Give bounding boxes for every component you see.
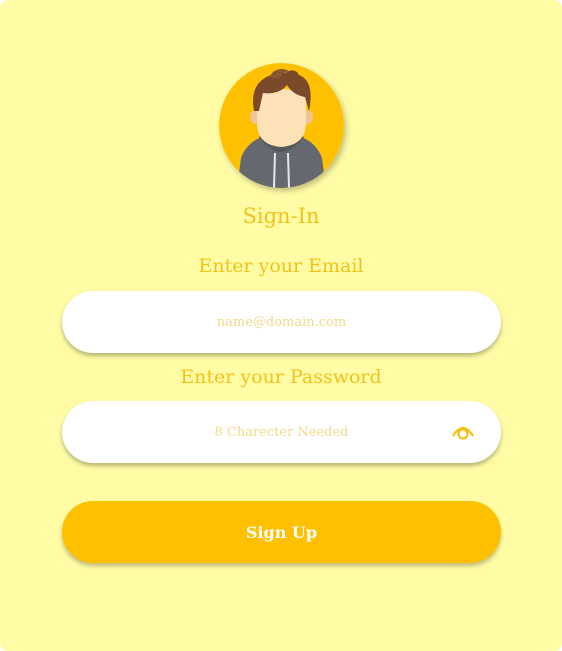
- user-avatar-icon: [219, 63, 344, 188]
- signin-card: Sign-In Enter your Email Enter your Pass…: [0, 0, 562, 651]
- password-label: Enter your Password: [180, 366, 382, 388]
- email-field-container: [62, 291, 501, 353]
- email-field[interactable]: [62, 291, 501, 353]
- email-label: Enter your Email: [198, 255, 364, 277]
- password-field-container: [62, 401, 501, 463]
- page-title: Sign-In: [242, 204, 320, 228]
- password-field[interactable]: [62, 401, 501, 463]
- eye-icon[interactable]: [451, 422, 475, 442]
- sign-up-button[interactable]: Sign Up: [62, 501, 501, 563]
